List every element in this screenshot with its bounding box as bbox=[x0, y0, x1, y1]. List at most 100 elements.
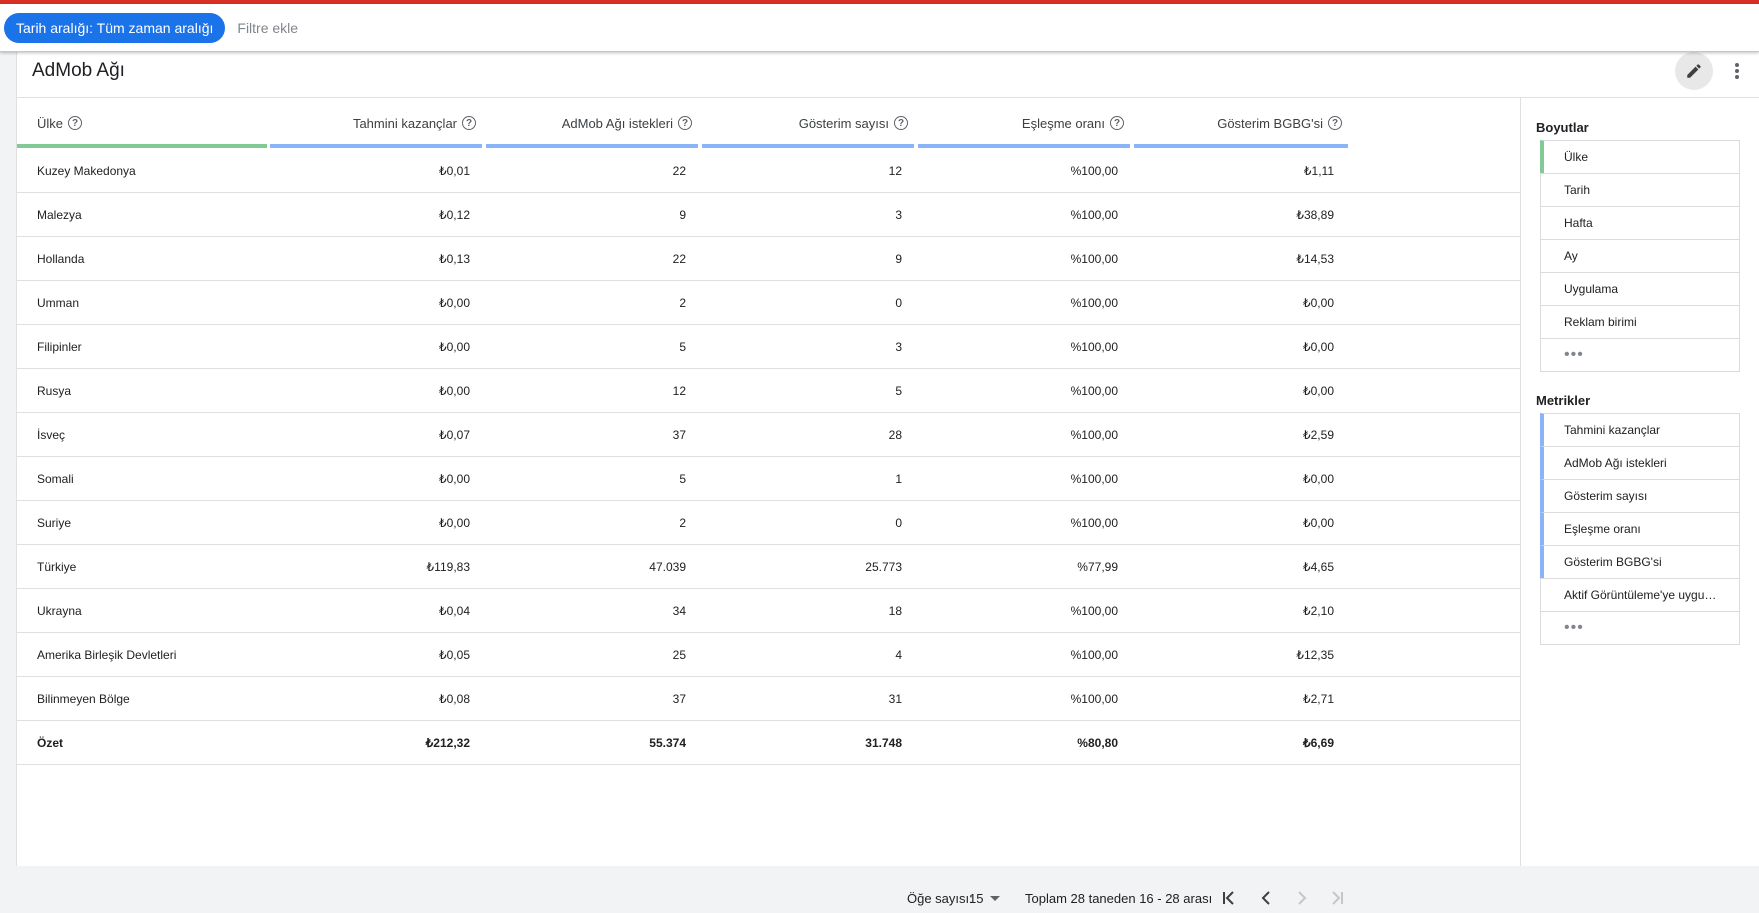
cell-estimated-earnings: ₺0,12 bbox=[439, 208, 470, 222]
dimension-week[interactable]: Hafta bbox=[1540, 206, 1740, 240]
last-page-button[interactable] bbox=[1329, 883, 1345, 913]
prev-page-button[interactable] bbox=[1258, 883, 1274, 913]
table-row: Türkiye ₺119,83 47.039 25.773 %77,99 ₺4,65 bbox=[17, 545, 1521, 589]
more-horiz-icon: ••• bbox=[1564, 346, 1584, 363]
table-header: Ülke? Tahmini kazançlar? AdMob Ağı istek… bbox=[17, 98, 1521, 148]
cell-impression-ecpm: ₺2,71 bbox=[1303, 692, 1334, 706]
more-vert-icon bbox=[1735, 63, 1739, 79]
help-icon[interactable]: ? bbox=[68, 116, 83, 130]
help-icon[interactable]: ? bbox=[462, 116, 476, 130]
add-filter-button[interactable]: Filtre ekle bbox=[237, 20, 298, 36]
cell-estimated-earnings: ₺0,04 bbox=[439, 604, 470, 618]
cell-estimated-earnings: ₺0,05 bbox=[439, 648, 470, 662]
cell-estimated-earnings: ₺212,32 bbox=[425, 736, 470, 750]
cell-country: Kuzey Makedonya bbox=[37, 164, 136, 178]
cell-admob-requests: 22 bbox=[672, 164, 686, 178]
cell-country: Filipinler bbox=[37, 340, 82, 354]
column-bar bbox=[270, 144, 482, 148]
cell-match-rate: %100,00 bbox=[1070, 516, 1118, 530]
first-page-button[interactable] bbox=[1221, 883, 1237, 913]
help-icon[interactable]: ? bbox=[678, 116, 692, 130]
cell-country: Ukrayna bbox=[37, 604, 82, 618]
cell-impression-ecpm: ₺2,10 bbox=[1303, 604, 1334, 618]
cell-match-rate: %100,00 bbox=[1070, 428, 1118, 442]
column-header-match-rate[interactable]: Eşleşme oranı? bbox=[918, 98, 1130, 148]
cell-estimated-earnings: ₺0,00 bbox=[439, 296, 470, 310]
metric-match-rate[interactable]: Eşleşme oranı bbox=[1540, 512, 1740, 546]
cell-impressions: 9 bbox=[895, 252, 902, 266]
next-page-icon bbox=[1298, 891, 1307, 905]
help-icon[interactable]: ? bbox=[894, 116, 908, 130]
table-row: Bilinmeyen Bölge ₺0,08 37 31 %100,00 ₺2,71 bbox=[17, 677, 1521, 721]
cell-admob-requests: 47.039 bbox=[649, 560, 686, 574]
cell-match-rate: %77,99 bbox=[1077, 560, 1118, 574]
summary-row: Özet ₺212,32 55.374 31.748 %80,80 ₺6,69 bbox=[17, 721, 1521, 765]
help-icon[interactable]: ? bbox=[1110, 116, 1124, 130]
table-row: Suriye ₺0,00 2 0 %100,00 ₺0,00 bbox=[17, 501, 1521, 545]
table-row: Amerika Birleşik Devletleri ₺0,05 25 4 %100,… bbox=[17, 633, 1521, 677]
cell-match-rate: %100,00 bbox=[1070, 340, 1118, 354]
page-size-select[interactable]: 15 bbox=[969, 883, 1001, 913]
cell-impression-ecpm: ₺0,00 bbox=[1303, 384, 1334, 398]
cell-admob-requests: 55.374 bbox=[649, 736, 686, 750]
metric-estimated-earnings[interactable]: Tahmini kazançlar bbox=[1540, 413, 1740, 447]
edit-button[interactable] bbox=[1675, 52, 1713, 90]
cell-impressions: 31.748 bbox=[865, 736, 902, 750]
column-header-impression-ecpm[interactable]: Gösterim BGBG'si? bbox=[1134, 98, 1348, 148]
dimension-date[interactable]: Tarih bbox=[1540, 173, 1740, 207]
metric-impression-ecpm[interactable]: Gösterim BGBG'si bbox=[1540, 545, 1740, 579]
cell-impression-ecpm: ₺0,00 bbox=[1303, 296, 1334, 310]
metric-active-view[interactable]: Aktif Görüntüleme'ye uygu… bbox=[1540, 578, 1740, 612]
more-horiz-icon: ••• bbox=[1564, 619, 1584, 636]
table-row: Malezya ₺0,12 9 3 %100,00 ₺38,89 bbox=[17, 193, 1521, 237]
last-page-icon bbox=[1332, 891, 1343, 905]
cell-impressions: 0 bbox=[895, 516, 902, 530]
column-label: Gösterim sayısı bbox=[798, 115, 889, 131]
metric-admob-requests[interactable]: AdMob Ağı istekleri bbox=[1540, 446, 1740, 480]
cell-impressions: 1 bbox=[895, 472, 902, 486]
cell-country: Türkiye bbox=[37, 560, 77, 574]
cell-estimated-earnings: ₺0,00 bbox=[439, 340, 470, 354]
cell-match-rate: %100,00 bbox=[1070, 384, 1118, 398]
cell-country: Özet bbox=[37, 736, 64, 750]
cell-estimated-earnings: ₺0,07 bbox=[439, 428, 470, 442]
table-row: Filipinler ₺0,00 5 3 %100,00 ₺0,00 bbox=[17, 325, 1521, 369]
dimension-country[interactable]: Ülke bbox=[1540, 140, 1740, 174]
next-page-button[interactable] bbox=[1294, 883, 1310, 913]
sidebar: Boyutlar Ülke Tarih Hafta Ay Uygulama Re… bbox=[1522, 98, 1759, 866]
table-row: Hollanda ₺0,13 22 9 %100,00 ₺14,53 bbox=[17, 237, 1521, 281]
cell-match-rate: %100,00 bbox=[1070, 648, 1118, 662]
table-row: Rusya ₺0,00 12 5 %100,00 ₺0,00 bbox=[17, 369, 1521, 413]
column-header-admob-requests[interactable]: AdMob Ağı istekleri? bbox=[486, 98, 698, 148]
dimensions-more-button[interactable]: ••• bbox=[1540, 338, 1740, 372]
cell-admob-requests: 34 bbox=[672, 604, 686, 618]
column-header-estimated-earnings[interactable]: Tahmini kazançlar? bbox=[270, 98, 482, 148]
cell-country: Rusya bbox=[37, 384, 72, 398]
page-size-value: 15 bbox=[969, 890, 984, 906]
date-range-chip[interactable]: Tarih aralığı: Tüm zaman aralığı bbox=[4, 12, 226, 43]
more-options-button[interactable] bbox=[1727, 58, 1747, 84]
dimension-ad-unit[interactable]: Reklam birimi bbox=[1540, 305, 1740, 339]
cell-impressions: 25.773 bbox=[865, 560, 902, 574]
cell-admob-requests: 37 bbox=[672, 692, 686, 706]
column-label: Ülke bbox=[37, 115, 64, 131]
cell-impression-ecpm: ₺4,65 bbox=[1303, 560, 1334, 574]
dimension-month[interactable]: Ay bbox=[1540, 239, 1740, 273]
metric-impressions[interactable]: Gösterim sayısı bbox=[1540, 479, 1740, 513]
table-row: Kuzey Makedonya ₺0,01 22 12 %100,00 ₺1,11 bbox=[17, 149, 1521, 193]
column-header-impressions[interactable]: Gösterim sayısı? bbox=[702, 98, 914, 148]
cell-match-rate: %100,00 bbox=[1070, 472, 1118, 486]
page-range-text: Toplam 28 taneden 16 - 28 arası bbox=[1025, 890, 1213, 906]
cell-admob-requests: 37 bbox=[672, 428, 686, 442]
cell-impression-ecpm: ₺12,35 bbox=[1296, 648, 1334, 662]
cell-admob-requests: 5 bbox=[679, 340, 686, 354]
table-row: Umman ₺0,00 2 0 %100,00 ₺0,00 bbox=[17, 281, 1521, 325]
help-icon[interactable]: ? bbox=[1328, 116, 1342, 130]
cell-impression-ecpm: ₺14,53 bbox=[1296, 252, 1334, 266]
cell-admob-requests: 22 bbox=[672, 252, 686, 266]
column-header-country[interactable]: Ülke? bbox=[17, 98, 267, 148]
metrics-more-button[interactable]: ••• bbox=[1540, 611, 1740, 645]
dimension-app[interactable]: Uygulama bbox=[1540, 272, 1740, 306]
cell-impressions: 3 bbox=[895, 340, 902, 354]
cell-country: Umman bbox=[37, 296, 80, 310]
